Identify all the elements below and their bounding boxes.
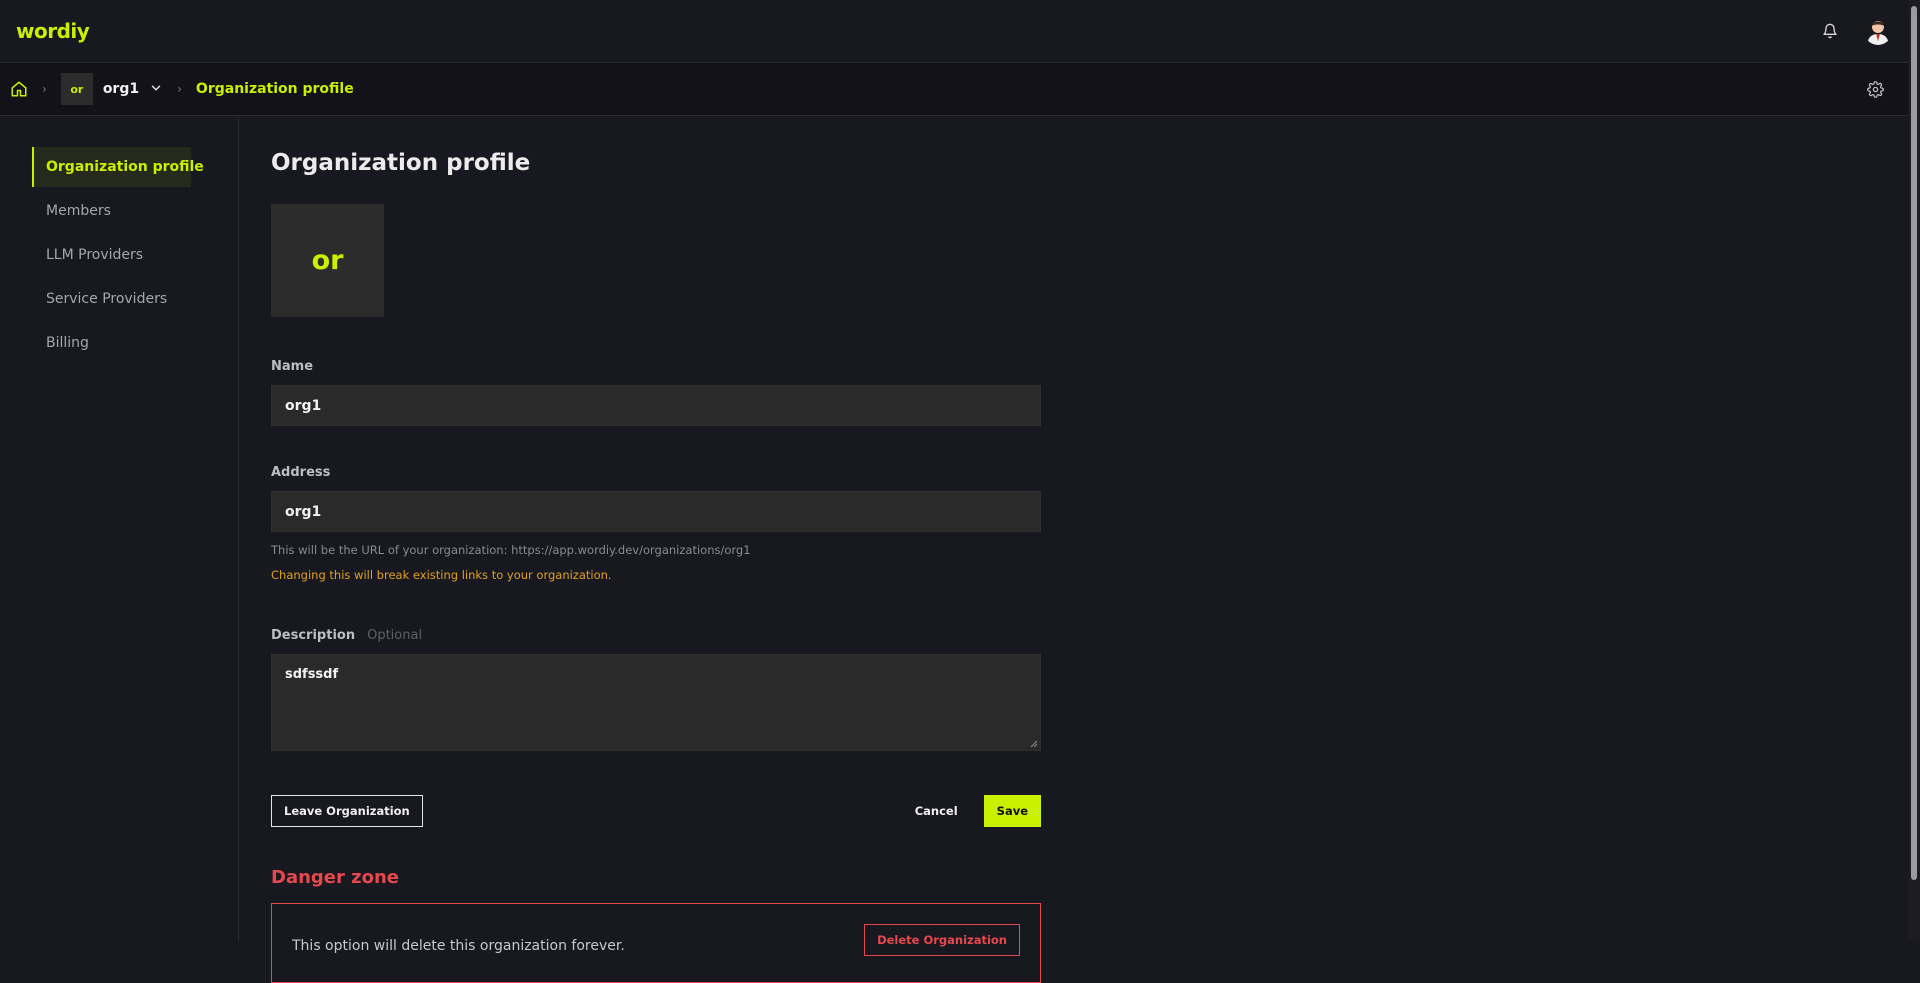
cancel-button[interactable]: Cancel xyxy=(909,803,964,819)
gear-icon[interactable] xyxy=(1867,80,1884,98)
user-avatar[interactable] xyxy=(1864,17,1892,45)
sidebar-item-organization-profile[interactable]: Organization profile xyxy=(32,147,204,187)
description-label: Description xyxy=(271,628,356,643)
address-hint: This will be the URL of your organizatio… xyxy=(271,543,751,557)
sidebar-item-service-providers[interactable]: Service Providers xyxy=(32,279,191,319)
home-icon[interactable] xyxy=(10,80,28,98)
breadcrumb: › or org1 › Organization profile xyxy=(0,63,1908,116)
org-name: org1 xyxy=(102,81,140,97)
bell-icon[interactable] xyxy=(1822,23,1838,39)
chevron-right-icon: › xyxy=(177,82,182,96)
danger-zone-text: This option will delete this organizatio… xyxy=(292,938,625,954)
resize-grip-icon[interactable] xyxy=(1030,740,1038,748)
description-value: sdfssdf xyxy=(285,667,339,682)
org-badge: or xyxy=(60,73,93,105)
leave-organization-button[interactable]: Leave Organization xyxy=(271,795,423,827)
delete-organization-button[interactable]: Delete Organization xyxy=(864,924,1020,956)
name-label: Name xyxy=(271,359,314,374)
danger-zone-title: Danger zone xyxy=(271,867,400,888)
main-content: Organization profile or Name org1 Addres… xyxy=(271,117,1041,983)
sidebar: Organization profile Members LLM Provide… xyxy=(0,117,239,941)
app-logo[interactable]: wordiy xyxy=(16,19,90,43)
scrollbar-thumb[interactable] xyxy=(1911,6,1917,880)
sidebar-item-billing[interactable]: Billing xyxy=(32,323,191,363)
header-actions xyxy=(1822,17,1892,45)
description-label-row: Description Optional xyxy=(271,628,1041,643)
save-button[interactable]: Save xyxy=(983,795,1041,827)
org-avatar[interactable]: or xyxy=(271,204,384,317)
address-warning: Changing this will break existing links … xyxy=(271,568,612,582)
address-input[interactable]: org1 xyxy=(271,491,1041,532)
optional-tag: Optional xyxy=(367,628,423,643)
sidebar-item-llm-providers[interactable]: LLM Providers xyxy=(32,235,191,275)
name-input[interactable]: org1 xyxy=(271,385,1041,426)
org-switcher[interactable]: or org1 xyxy=(60,73,163,105)
page-title: Organization profile xyxy=(271,150,531,176)
top-header: wordiy xyxy=(0,0,1908,63)
address-label: Address xyxy=(271,465,331,480)
breadcrumb-current[interactable]: Organization profile xyxy=(196,81,354,97)
form-actions-right: Cancel Save xyxy=(909,795,1041,827)
page-scrollbar[interactable] xyxy=(1908,0,1920,941)
chevron-down-icon xyxy=(149,80,163,99)
danger-zone-box: This option will delete this organizatio… xyxy=(271,903,1041,983)
chevron-right-icon: › xyxy=(42,82,47,96)
sidebar-item-members[interactable]: Members xyxy=(32,191,191,231)
form-actions: Leave Organization Cancel Save xyxy=(271,795,1041,827)
description-textarea[interactable]: sdfssdf xyxy=(271,654,1041,751)
